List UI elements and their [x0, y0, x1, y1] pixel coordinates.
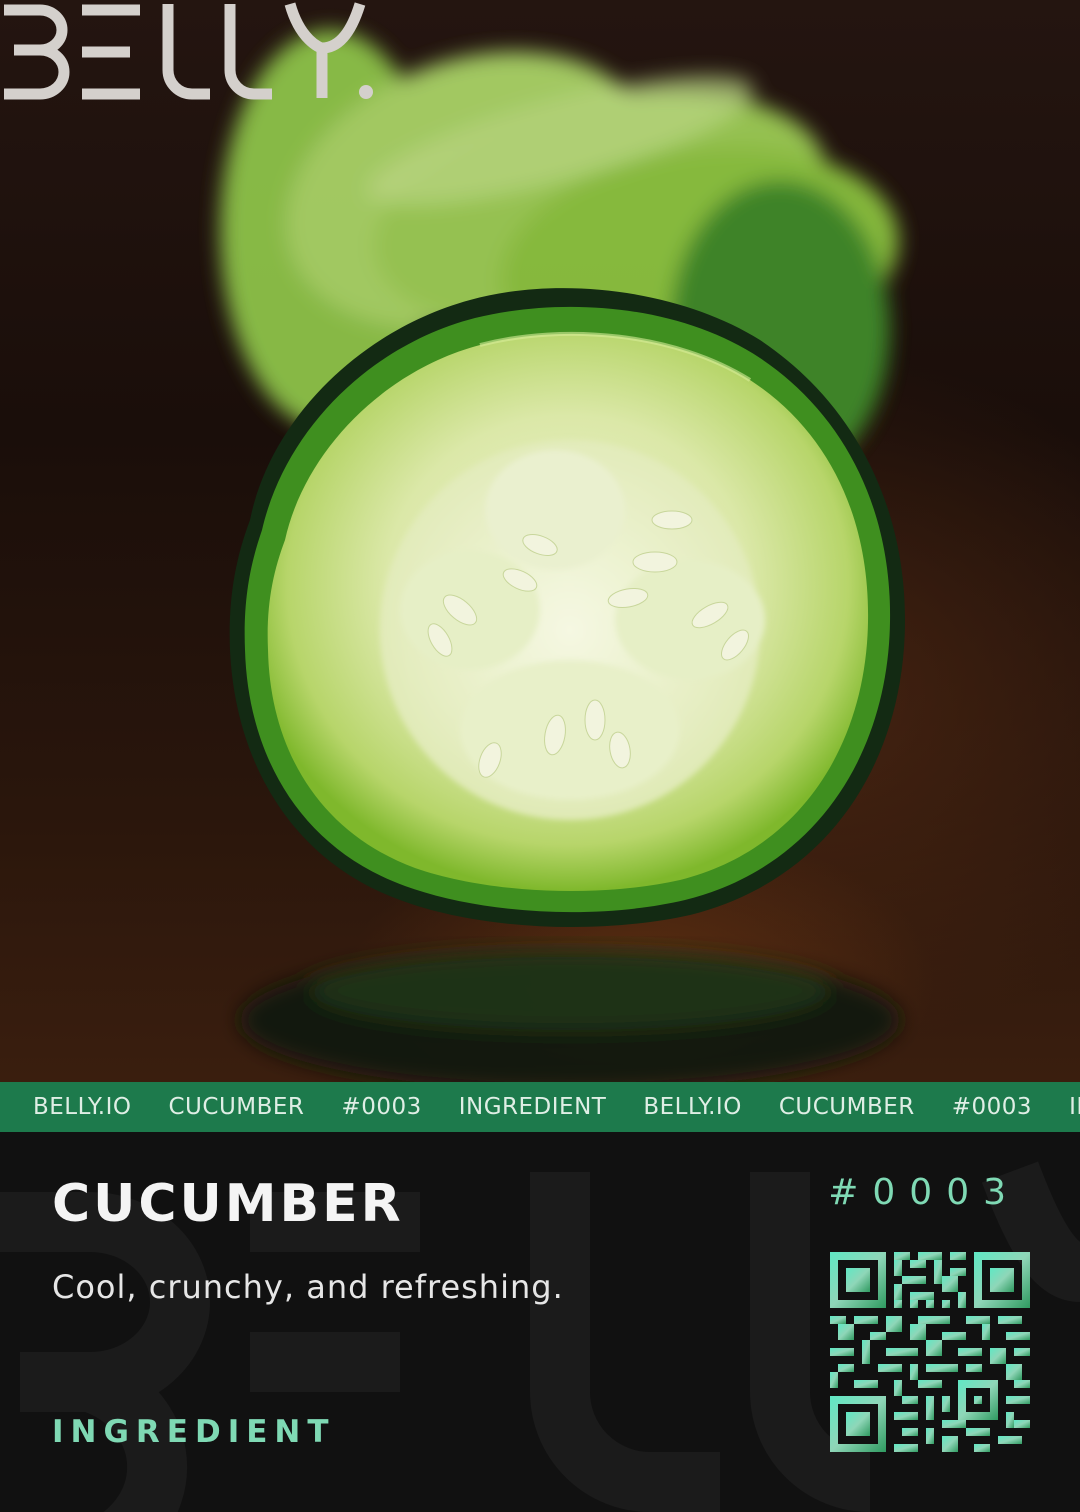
info-ticker: BELLY.IO CUCUMBER #0003 INGREDIENT BELLY… — [0, 1082, 1080, 1132]
card-tagline: Cool, crunchy, and refreshing. — [52, 1268, 564, 1306]
ticker-item: CUCUMBER — [168, 1094, 305, 1120]
card-number: #0003 — [828, 1172, 1020, 1213]
ticker-item: BELLY.IO — [643, 1094, 742, 1120]
qr-code-icon[interactable] — [830, 1252, 1030, 1452]
ticker-item: INGREDIENT — [458, 1094, 607, 1120]
ticker-item: #0003 — [951, 1094, 1033, 1120]
cucumber-slice-photo — [0, 0, 1080, 1082]
ticker-item: INGREDIENT — [1069, 1094, 1080, 1120]
belly-logo — [4, 2, 373, 100]
ticker-item: #0003 — [341, 1094, 422, 1120]
ingredient-card: BELLY.IO CUCUMBER #0003 INGREDIENT BELLY… — [0, 0, 1080, 1512]
ticker-item: BELLY.IO — [33, 1094, 132, 1120]
card-title: CUCUMBER — [52, 1174, 404, 1234]
ticker-item: CUCUMBER — [778, 1094, 915, 1120]
card-info-panel: CUCUMBER Cool, crunchy, and refreshing. … — [0, 1132, 1080, 1512]
card-category: INGREDIENT — [52, 1414, 336, 1450]
